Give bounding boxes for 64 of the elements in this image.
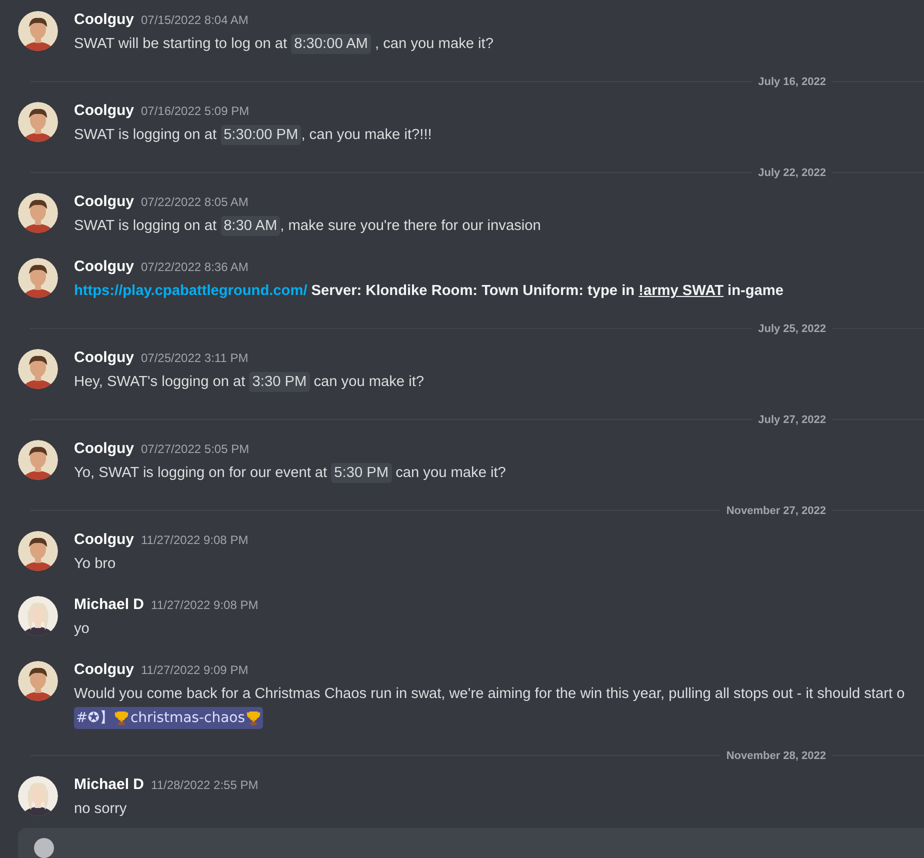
timestamp-chip: 5:30:00 PM bbox=[220, 125, 302, 145]
author-name[interactable]: Coolguy bbox=[74, 193, 134, 210]
message-time: 11/27/2022 9:08 PM bbox=[141, 533, 248, 547]
avatar[interactable] bbox=[18, 596, 58, 636]
message-time: 07/25/2022 3:11 PM bbox=[141, 351, 248, 365]
avatar[interactable] bbox=[18, 661, 58, 701]
message-text: SWAT is logging on at bbox=[74, 126, 218, 145]
author-name[interactable]: Coolguy bbox=[74, 11, 134, 28]
message-time: 07/16/2022 5:09 PM bbox=[141, 104, 250, 118]
date-divider-label: November 27, 2022 bbox=[725, 504, 827, 516]
message-time: 11/28/2022 2:55 PM bbox=[151, 778, 258, 792]
message-text: Yo bro bbox=[74, 555, 116, 574]
message-text: , can you make it? bbox=[374, 35, 494, 54]
avatar[interactable] bbox=[18, 440, 58, 480]
avatar[interactable] bbox=[18, 776, 58, 816]
message-time: 11/27/2022 9:08 PM bbox=[151, 598, 258, 612]
message-text: no sorry bbox=[74, 800, 127, 819]
message-text: SWAT is logging on at bbox=[74, 217, 218, 236]
message-time: 07/15/2022 8:04 AM bbox=[141, 13, 248, 27]
author-name[interactable]: Coolguy bbox=[74, 661, 134, 678]
command-text: !army SWAT bbox=[638, 282, 724, 301]
author-name[interactable]: Coolguy bbox=[74, 258, 134, 275]
message-text: can you make it? bbox=[312, 373, 424, 392]
date-divider-label: July 16, 2022 bbox=[757, 76, 827, 88]
date-divider-label: July 27, 2022 bbox=[757, 414, 827, 426]
author-name[interactable]: Coolguy bbox=[74, 349, 134, 366]
avatar[interactable] bbox=[18, 258, 58, 298]
author-name[interactable]: Coolguy bbox=[74, 440, 134, 457]
avatar[interactable] bbox=[18, 349, 58, 389]
message-time: 07/22/2022 8:05 AM bbox=[141, 195, 248, 209]
message-text: , make sure you're there for our invasion bbox=[280, 217, 541, 236]
message-input[interactable] bbox=[18, 828, 924, 858]
message-time: 11/27/2022 9:09 PM bbox=[141, 663, 248, 677]
add-icon[interactable] bbox=[34, 838, 54, 858]
avatar[interactable] bbox=[18, 102, 58, 142]
avatar[interactable] bbox=[18, 11, 58, 51]
author-name[interactable]: Coolguy bbox=[74, 102, 134, 119]
author-name[interactable]: Michael D bbox=[74, 596, 144, 613]
date-divider-label: November 28, 2022 bbox=[725, 750, 827, 762]
message-text: , can you make it?!!! bbox=[301, 126, 432, 145]
date-divider-label: July 22, 2022 bbox=[757, 166, 827, 178]
message-text: in-game bbox=[726, 282, 784, 301]
message-time: 07/22/2022 8:36 AM bbox=[141, 260, 248, 274]
message-text: yo bbox=[74, 620, 90, 639]
message-text: can you make it? bbox=[394, 464, 506, 483]
link[interactable]: https://play.cpabattleground.com/ bbox=[74, 280, 308, 302]
date-divider-label: July 25, 2022 bbox=[757, 322, 827, 334]
message-text: Hey, SWAT's logging on at bbox=[74, 373, 246, 392]
timestamp-chip: 3:30 PM bbox=[249, 372, 310, 392]
timestamp-chip: 8:30 AM bbox=[220, 216, 280, 236]
author-name[interactable]: Michael D bbox=[74, 776, 144, 793]
message-text: SWAT will be starting to log on at bbox=[74, 35, 288, 54]
message-text: Would you come back for a Christmas Chaos run in swat, we're aiming for the win this year, pulling all stops out - it should start o bbox=[74, 685, 905, 704]
timestamp-chip: 8:30:00 AM bbox=[291, 34, 371, 54]
author-name[interactable]: Coolguy bbox=[74, 531, 134, 548]
avatar[interactable] bbox=[18, 531, 58, 571]
message-time: 07/27/2022 5:05 PM bbox=[141, 442, 250, 456]
avatar[interactable] bbox=[18, 193, 58, 233]
message-text: Yo, SWAT is logging on for our event at bbox=[74, 464, 328, 483]
message-text: Server: Klondike Room: Town Uniform: type in bbox=[310, 282, 636, 301]
timestamp-chip: 5:30 PM bbox=[331, 463, 392, 483]
trophy-icon bbox=[114, 710, 130, 726]
trophy-icon bbox=[246, 710, 262, 726]
channel-mention[interactable]: #✪】 christmas-chaos bbox=[74, 707, 264, 729]
